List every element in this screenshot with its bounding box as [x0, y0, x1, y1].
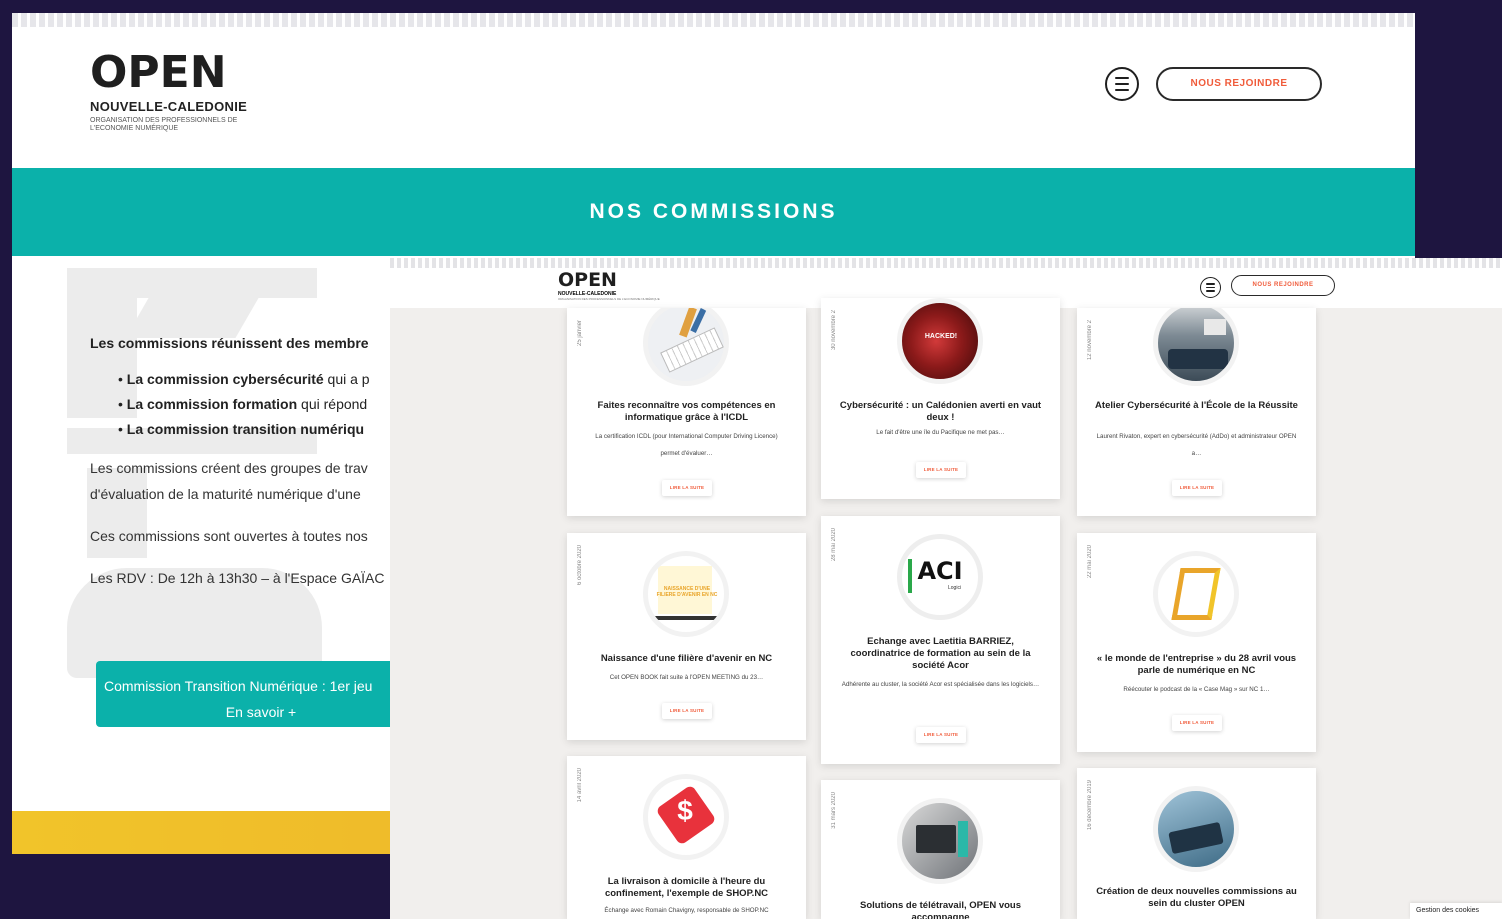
card-excerpt: Cet OPEN BOOK fait suite à l'OPEN MEETIN… [609, 674, 764, 681]
paragraph-line: d'évaluation de la maturité numérique d'… [90, 486, 361, 502]
open-logo[interactable]: OPEN NOUVELLE-CALEDONIE ORGANISATION DES… [90, 51, 260, 133]
list-item: • La commission cybersécurité qui a p [118, 371, 370, 387]
read-more-button[interactable]: LIRE LA SUITE [662, 480, 712, 496]
card-title: Naissance d'une filière d'avenir en NC [600, 653, 773, 664]
item-rest: qui a p [323, 371, 370, 387]
menu-icon[interactable] [1105, 67, 1139, 101]
card-date: 31 mars 2020 [831, 792, 837, 829]
card-title: Cybersécurité : un Calédonien averti en … [839, 400, 1042, 423]
article-card[interactable]: 14 avril 2020 $ La livraison à domicile … [567, 756, 806, 919]
card-excerpt: Laurent Rivaton, expert en cybersécurité… [1096, 433, 1297, 457]
thumb-caption: ACI [917, 557, 963, 585]
card-date: 14 avril 2020 [577, 768, 583, 803]
cta-more: En savoir + [225, 704, 297, 720]
front-window: OPEN NOUVELLE-CALEDONIE ORGANISATION DES… [390, 258, 1502, 919]
card-title: Atelier Cybersécurité à l'École de la Ré… [1095, 400, 1298, 411]
article-card[interactable]: 25 janvier Faites reconnaître vos compét… [567, 308, 806, 516]
read-more-button[interactable]: LIRE LA SUITE [662, 703, 712, 719]
cta-title: Commission Transition Numérique : 1er je… [104, 678, 373, 694]
article-thumbnail: NAISSANCE D'UNE FILIERE D'AVENIR EN NC [643, 551, 729, 637]
thumb-subcaption: Logici [948, 585, 962, 591]
article-thumbnail [1153, 308, 1239, 386]
logo-tagline: ORGANISATION DES PROFESSIONNELS DE L'ECO… [558, 297, 660, 301]
card-title: Echange avec Laetitia BARRIEZ, coordinat… [850, 636, 1031, 671]
card-title: Faites reconnaître vos compétences en in… [597, 400, 776, 423]
article-thumbnail [1153, 786, 1239, 872]
commission-cta-button[interactable]: Commission Transition Numérique : 1er je… [96, 661, 426, 727]
card-title: Création de deux nouvelles commissions a… [1096, 886, 1297, 909]
card-date: 12 novembre 2 [1087, 320, 1093, 361]
article-card[interactable]: 30 novembre 2 HACKED! Cybersécurité : un… [821, 298, 1060, 499]
article-thumbnail [1153, 551, 1239, 637]
article-card[interactable]: 16 décembre 2019 Création de deux nouvel… [1077, 768, 1316, 919]
card-excerpt: Le fait d'être une île du Pacifique ne m… [876, 429, 1005, 436]
join-button[interactable]: NOUS REJOINDRE [1231, 275, 1335, 296]
item-bold: La commission cybersécurité [126, 371, 324, 387]
join-button[interactable]: NOUS REJOINDRE [1156, 67, 1322, 101]
read-more-button[interactable]: LIRE LA SUITE [916, 462, 966, 478]
article-thumbnail [643, 308, 729, 386]
logo-tagline: ORGANISATION DES PROFESSIONNELS DE L'ECO… [90, 117, 238, 132]
site-header: OPEN NOUVELLE-CALEDONIE ORGANISATION DES… [12, 27, 1415, 168]
card-excerpt: La certification ICDL (pour Internationa… [595, 433, 778, 457]
paragraph: Ces commissions sont ouvertes à toutes n… [90, 528, 368, 544]
thumb-caption: NAISSANCE D'UNE FILIERE D'AVENIR EN NC [656, 586, 718, 598]
article-card[interactable]: 28 mai 2020 ACI Logici Echange avec Laet… [821, 516, 1060, 764]
open-logo[interactable]: OPEN NOUVELLE-CALEDONIE ORGANISATION DES… [558, 269, 660, 302]
card-excerpt: Réécouter le podcast de la « Case Mag » … [1123, 686, 1270, 693]
card-date: 28 mai 2020 [831, 528, 837, 562]
commission-list: • La commission cybersécurité qui a p • … [118, 371, 420, 437]
logo-region: NOUVELLE-CALEDONIE [90, 99, 248, 114]
list-item: • La commission formation qui répond [118, 396, 368, 412]
article-card[interactable]: 22 mai 2020 « le monde de l'entreprise »… [1077, 533, 1316, 752]
article-card[interactable]: 6 octobre 2020 NAISSANCE D'UNE FILIERE D… [567, 533, 806, 740]
read-more-button[interactable]: LIRE LA SUITE [1172, 715, 1222, 731]
card-title: « le monde de l'entreprise » du 28 avril… [1096, 653, 1297, 676]
list-item: • La commission transition numériqu [118, 421, 365, 437]
card-date: 22 mai 2020 [1087, 545, 1093, 579]
paragraph-line: Les commissions créent des groupes de tr… [90, 460, 368, 476]
item-bold: La commission transition numériqu [126, 421, 365, 437]
card-date: 16 décembre 2019 [1087, 780, 1093, 831]
card-excerpt: Adhérente au cluster, la société Acor es… [841, 681, 1040, 688]
article-card[interactable]: 31 mars 2020 Solutions de télétravail, O… [821, 780, 1060, 919]
article-thumbnail [897, 798, 983, 884]
item-rest: qui répond [297, 396, 368, 412]
card-excerpt: Échange avec Romain Chavigny, responsabl… [604, 907, 769, 914]
article-thumbnail: HACKED! [897, 298, 983, 384]
item-bold: La commission formation [126, 396, 298, 412]
card-date: 30 novembre 2 [831, 310, 837, 351]
card-title: Solutions de télétravail, OPEN vous acco… [859, 900, 1021, 919]
article-thumbnail: $ [643, 774, 729, 860]
intro-lead: Les commissions réunissent des membre [90, 335, 369, 351]
read-more-button[interactable]: LIRE LA SUITE [916, 727, 966, 743]
page-title: NOS COMMISSIONS [12, 168, 1415, 256]
cookie-settings-button[interactable]: Gestion des cookies [1410, 903, 1502, 919]
menu-icon[interactable] [1200, 277, 1221, 298]
read-more-button[interactable]: LIRE LA SUITE [1172, 480, 1222, 496]
logo-word: OPEN [90, 47, 227, 98]
card-date: 25 janvier [577, 320, 583, 347]
card-date: 6 octobre 2020 [577, 545, 583, 586]
card-title: La livraison à domicile à l'heure du con… [604, 876, 769, 899]
thumb-caption: HACKED! [924, 333, 958, 340]
top-stripe [12, 13, 1415, 27]
intro-text: Les commissions réunissent des membre • … [90, 335, 420, 591]
article-thumbnail: ACI Logici [897, 534, 983, 620]
logo-word: OPEN [558, 269, 617, 291]
paragraph: Les commissions créent des groupes de tr… [90, 455, 420, 507]
paragraph: Les RDV : De 12h à 13h30 – à l'Espace GA… [90, 570, 385, 586]
top-stripe [390, 258, 1502, 268]
article-card[interactable]: 12 novembre 2 Atelier Cybersécurité à l'… [1077, 308, 1316, 516]
